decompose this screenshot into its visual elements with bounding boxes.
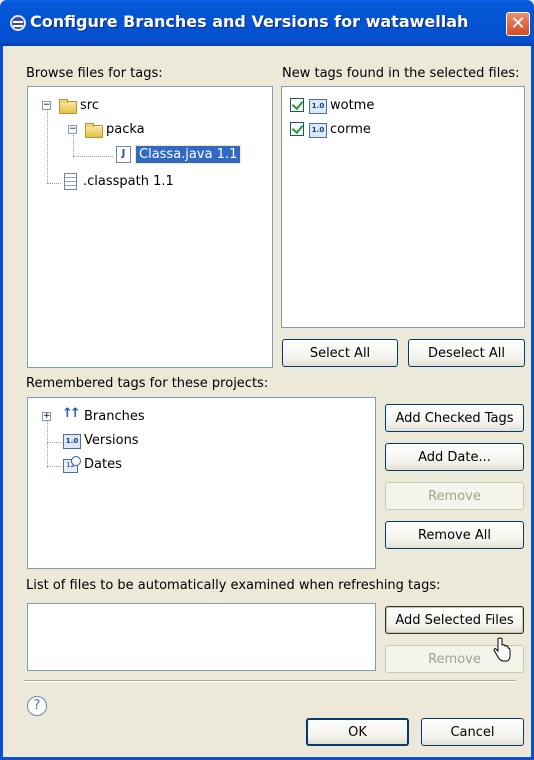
- tree-line: [73, 156, 113, 157]
- cancel-button[interactable]: Cancel: [421, 718, 524, 746]
- tree-line: [47, 442, 61, 443]
- add-selected-files-button[interactable]: Add Selected Files: [385, 606, 524, 634]
- remembered-tags-label: Remembered tags for these projects:: [26, 376, 269, 391]
- tree-item-dates[interactable]: Dates: [62, 454, 122, 474]
- checkbox-checked[interactable]: [290, 98, 304, 112]
- java-file-icon: [114, 146, 132, 163]
- tag-label: wotme: [330, 97, 375, 113]
- tree-item-packa[interactable]: packa: [84, 119, 145, 139]
- tree-item-classa[interactable]: Classa.java 1.1: [114, 144, 242, 164]
- tag-item-wotme[interactable]: wotme: [290, 95, 374, 115]
- add-checked-tags-button[interactable]: Add Checked Tags: [385, 404, 524, 432]
- version-tag-icon: [308, 121, 327, 138]
- tag-item-corme[interactable]: corme: [290, 119, 371, 139]
- remove-tag-button[interactable]: Remove: [385, 482, 524, 510]
- tree-item-label: src: [80, 97, 99, 113]
- hand-cursor-icon: [493, 637, 511, 662]
- remove-all-button[interactable]: Remove All: [385, 521, 524, 549]
- checkbox-checked[interactable]: [290, 122, 304, 136]
- tree-item-src[interactable]: src: [58, 95, 99, 115]
- tree-line: [47, 183, 61, 184]
- tree-line: [47, 466, 61, 467]
- collapse-packa-toggle[interactable]: −: [68, 125, 77, 134]
- auto-files-label: List of files to be automatically examin…: [26, 578, 441, 593]
- tree-item-label: Classa.java 1.1: [134, 144, 242, 164]
- tree-item-label: Branches: [84, 408, 145, 424]
- browse-files-label: Browse files for tags:: [26, 66, 163, 81]
- window-title: Configure Branches and Versions for wata…: [30, 12, 469, 31]
- collapse-src-toggle[interactable]: −: [42, 101, 51, 110]
- new-tags-list[interactable]: wotme corme: [281, 86, 525, 328]
- dates-icon: [62, 456, 81, 473]
- tree-line: [47, 107, 48, 183]
- folder-open-icon: [84, 121, 103, 138]
- tree-item-label: .classpath 1.1: [83, 173, 174, 189]
- eclipse-icon: [10, 15, 26, 31]
- help-icon[interactable]: ?: [27, 696, 47, 716]
- tag-label: corme: [330, 121, 371, 137]
- tree-item-label: Dates: [84, 456, 122, 472]
- tree-item-label: packa: [106, 121, 145, 137]
- version-tag-icon: [308, 97, 327, 114]
- deselect-all-button[interactable]: Deselect All: [408, 339, 525, 367]
- tree-item-classpath[interactable]: .classpath 1.1: [61, 171, 174, 191]
- tree-line: [47, 420, 48, 468]
- tree-item-versions[interactable]: Versions: [62, 430, 139, 450]
- tree-line: [73, 132, 74, 156]
- add-date-button[interactable]: Add Date...: [385, 443, 524, 471]
- new-tags-label: New tags found in the selected files:: [282, 66, 520, 81]
- folder-open-icon: [58, 97, 77, 114]
- remembered-tags-tree[interactable]: + Branches Versions Dates: [27, 397, 376, 569]
- ok-button[interactable]: OK: [306, 718, 409, 746]
- close-button[interactable]: ✕: [506, 12, 530, 36]
- footer-separator: [24, 680, 516, 682]
- select-all-button[interactable]: Select All: [282, 339, 398, 367]
- branches-icon: [62, 406, 80, 424]
- versions-icon: [62, 432, 81, 449]
- title-bar[interactable]: Configure Branches and Versions for wata…: [0, 0, 534, 46]
- tree-item-branches[interactable]: Branches: [62, 406, 145, 426]
- tree-item-label: Versions: [84, 432, 139, 448]
- expand-branches-toggle[interactable]: +: [42, 412, 51, 421]
- auto-files-list[interactable]: [27, 603, 376, 671]
- browse-files-tree[interactable]: − src − packa Classa.java 1.1 .classpath…: [27, 86, 273, 368]
- text-file-icon: [61, 173, 79, 190]
